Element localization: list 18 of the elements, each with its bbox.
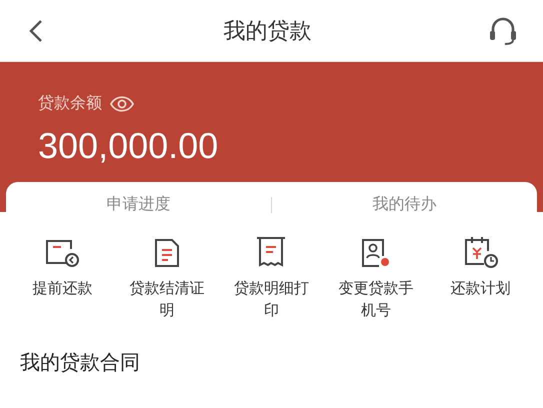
action-button[interactable]: 变更贷款手机号 [324,234,428,322]
page-title: 我的贷款 [224,17,312,45]
action-button[interactable]: 贷款明细打印 [219,234,324,322]
action-button[interactable]: 提前还款 [10,234,115,322]
section-title: 我的贷款合同 [19,351,141,376]
receipt-icon [256,236,286,268]
action-button[interactable]: 贷款结清证明 [114,234,220,322]
tab[interactable]: 我的待办 [272,193,537,217]
balance-label: 贷款余额 [38,94,102,114]
calendar-clock-icon [45,238,80,268]
calendar-clock-icon [464,236,498,268]
tab[interactable]: 申请进度 [6,193,271,217]
eye-icon[interactable] [110,95,134,113]
action-button[interactable]: 还款计划 [428,234,533,322]
document-icon [154,238,180,268]
back-icon[interactable] [29,18,43,42]
headset-icon[interactable] [487,14,519,46]
balance-amount: 300,000.00 [38,128,220,164]
